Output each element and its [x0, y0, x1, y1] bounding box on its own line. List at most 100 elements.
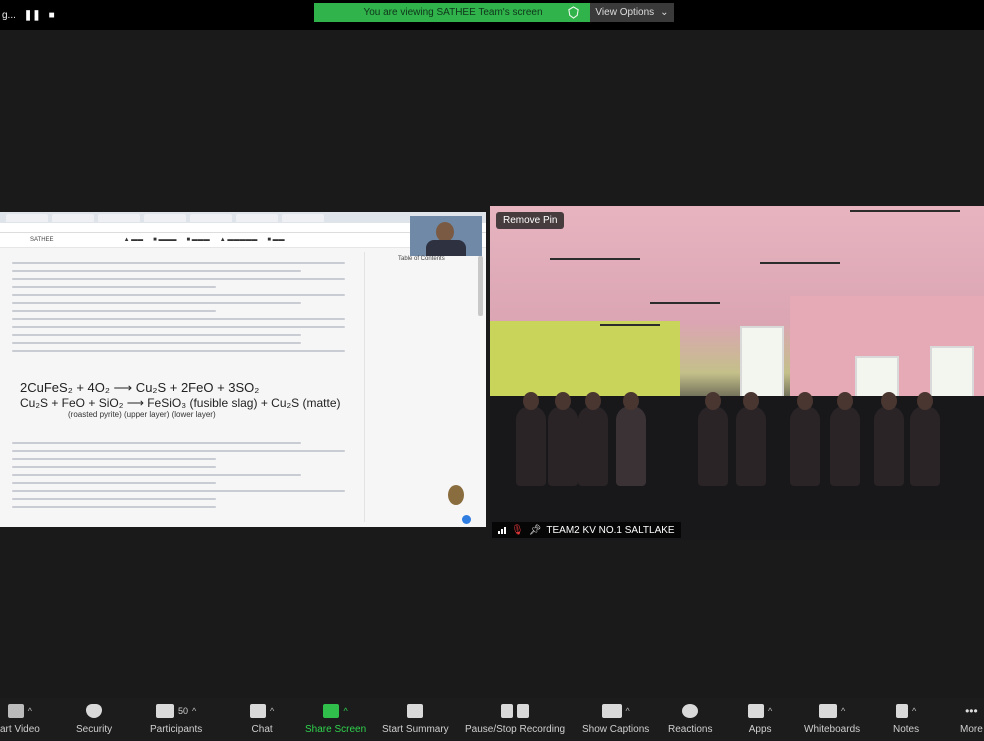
page-scrollbar[interactable] [478, 256, 483, 316]
document-text [12, 256, 352, 358]
chevron-up-icon[interactable]: ^ [343, 706, 347, 716]
browser-tab [6, 214, 48, 222]
chevron-up-icon[interactable]: ^ [841, 706, 845, 716]
whiteboard-icon [818, 704, 837, 718]
meeting-title: g... [2, 9, 16, 21]
text-line [12, 294, 346, 296]
chevron-up-icon[interactable]: ^ [626, 706, 630, 716]
browser-tab [52, 214, 94, 222]
mic-muted-icon: 🎙︎ [511, 524, 524, 536]
share-screen-button[interactable]: ^ Share Screen [305, 701, 366, 735]
more-label: More [960, 724, 983, 735]
presenter-thumbnail [410, 216, 482, 256]
browser-tab [282, 214, 324, 222]
student [616, 392, 646, 486]
signal-icon [498, 526, 506, 534]
security-label: Security [76, 724, 113, 735]
shield-icon [86, 704, 103, 718]
reactions-label: Reactions [668, 724, 713, 735]
chevron-up-icon[interactable]: ^ [912, 706, 916, 716]
scroll-up-icon[interactable] [462, 515, 471, 524]
text-line [12, 450, 346, 452]
apps-label: Apps [748, 724, 772, 735]
text-line [12, 490, 346, 492]
pause-icon [501, 704, 514, 718]
share-screen-label: Share Screen [305, 724, 367, 735]
text-line [12, 334, 301, 336]
view-options-button[interactable]: View Options ⌄ [590, 3, 674, 22]
chat-button[interactable]: ^ Chat [250, 701, 274, 735]
start-summary-button[interactable]: Start Summary [382, 701, 449, 735]
people-icon [156, 704, 174, 718]
remove-pin-button[interactable]: Remove Pin [496, 212, 565, 229]
apps-button[interactable]: ^ Apps [748, 701, 772, 735]
start-video-label: art Video [0, 724, 40, 735]
chevron-down-icon: ⌄ [660, 7, 669, 18]
nav-item: ■ ▬▬ [267, 237, 285, 243]
smiley-icon [682, 704, 699, 718]
text-line [12, 302, 301, 304]
ceiling-fan [550, 258, 640, 260]
more-button[interactable]: ••• More [960, 701, 983, 735]
browser-tab [190, 214, 232, 222]
stop-share-icon[interactable]: ■ [49, 10, 55, 21]
pause-share-icon[interactable]: ❚❚ [24, 10, 41, 21]
text-line [12, 506, 216, 508]
notes-icon [895, 704, 908, 718]
text-line [12, 318, 346, 320]
participant-video[interactable] [490, 206, 984, 540]
ceiling-fan [760, 262, 840, 264]
start-summary-label: Start Summary [382, 724, 449, 735]
apps-icon [748, 704, 764, 718]
whiteboards-button[interactable]: ^ Whiteboards [804, 701, 860, 735]
summary-icon [407, 704, 424, 718]
recording-button[interactable]: Pause/Stop Recording [465, 701, 565, 735]
notes-button[interactable]: ^ Notes [893, 701, 919, 735]
text-line [12, 278, 346, 280]
text-line [12, 342, 301, 344]
chevron-up-icon[interactable]: ^ [768, 706, 772, 716]
text-line [12, 442, 301, 444]
text-line [12, 482, 216, 484]
text-line [12, 498, 216, 500]
participants-button[interactable]: 50 ^ Participants [150, 701, 202, 735]
chevron-up-icon[interactable]: ^ [192, 706, 196, 716]
show-captions-button[interactable]: ^ Show Captions [582, 701, 649, 735]
show-captions-label: Show Captions [582, 724, 650, 735]
student [736, 392, 766, 486]
equation-1: 2CuFeS₂ + 4O₂ ⟶ Cu₂S + 2FeO + 3SO₂ [20, 380, 260, 395]
wall-yellow [490, 321, 680, 401]
chevron-up-icon[interactable]: ^ [270, 706, 274, 716]
text-line [12, 466, 216, 468]
security-button[interactable]: Security [76, 701, 112, 735]
ceiling-fan [850, 210, 960, 212]
document-text-lower [12, 436, 352, 514]
student [578, 392, 608, 486]
student [548, 392, 578, 486]
chat-icon [250, 704, 266, 718]
more-dots-icon: ••• [965, 704, 978, 718]
shared-screen[interactable]: SATHEE ▲ ▬▬ ■ ▬▬▬ ■ ▬▬▬ ▲ ▬▬▬▬▬ ■ ▬▬ 2Cu… [0, 212, 486, 527]
text-line [12, 270, 301, 272]
students-group [490, 392, 984, 540]
presenter-body [426, 240, 466, 256]
reactions-button[interactable]: Reactions [668, 701, 712, 735]
shield-icon [568, 6, 579, 19]
page-sidebar-divider [364, 252, 365, 522]
text-line [12, 458, 216, 460]
share-screen-icon [323, 704, 340, 718]
chat-label: Chat [251, 724, 273, 735]
equation-2-sublabels: (roasted pyrite) (upper layer) (lower la… [68, 410, 216, 419]
browser-tab [236, 214, 278, 222]
recording-label: Pause/Stop Recording [465, 724, 566, 735]
viewing-banner: You are viewing SATHEE Team's screen [314, 3, 592, 22]
chatbot-avatar-icon[interactable] [448, 485, 464, 505]
table-of-contents-label: Table of Contents [398, 256, 445, 262]
notes-label: Notes [893, 724, 920, 735]
text-line [12, 474, 301, 476]
chevron-up-icon[interactable]: ^ [28, 706, 32, 716]
start-video-button[interactable]: ^ art Video [0, 701, 40, 735]
browser-tab [144, 214, 186, 222]
student [790, 392, 820, 486]
text-line [12, 326, 346, 328]
